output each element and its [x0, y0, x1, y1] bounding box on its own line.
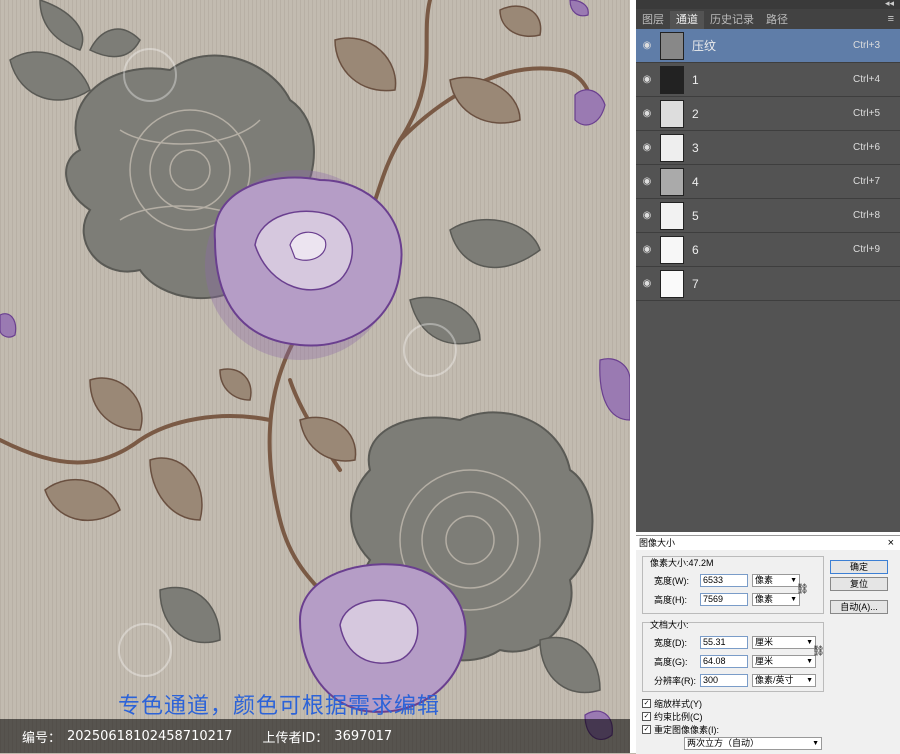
channel-row[interactable]: ◉ 压纹 Ctrl+3	[636, 29, 900, 63]
pixel-dimensions-label: 像素大小:47.2M	[650, 558, 714, 568]
channel-thumbnail	[660, 269, 684, 298]
collapse-icon[interactable]: ◂◂	[885, 0, 894, 9]
resample-method-select[interactable]: 两次立方（自动） ▼	[684, 737, 822, 750]
channel-thumbnail	[660, 167, 684, 196]
channel-shortcut: Ctrl+7	[853, 176, 880, 187]
height-input[interactable]: 7569	[700, 593, 748, 606]
eye-icon[interactable]: ◉	[636, 244, 658, 255]
eye-icon[interactable]: ◉	[636, 278, 658, 289]
channel-row[interactable]: ◉ 3 Ctrl+6	[636, 131, 900, 165]
channel-shortcut: Ctrl+3	[853, 40, 880, 51]
tab-history[interactable]: 历史记录	[704, 11, 760, 29]
tab-channels[interactable]: 通道	[670, 11, 704, 29]
channel-name: 6	[692, 242, 699, 257]
channel-list: ◉ 压纹 Ctrl+3 ◉ 1 Ctrl+4 ◉ 2 Ctrl+5 ◉ 3 Ct…	[636, 29, 900, 301]
eye-icon[interactable]: ◉	[636, 108, 658, 119]
doc-height-unit-select[interactable]: 厘米 ▼	[752, 655, 816, 668]
channels-panel: ◂◂ 图层 通道 历史记录 路径 ≡ ◉ 压纹 Ctrl+3 ◉ 1 Ctrl+…	[636, 0, 900, 532]
tab-layers[interactable]: 图层	[636, 11, 670, 29]
eye-icon[interactable]: ◉	[636, 40, 658, 51]
channel-thumbnail	[660, 65, 684, 94]
reset-button[interactable]: 复位	[830, 577, 888, 591]
side-panel: ◂◂ 图层 通道 历史记录 路径 ≡ ◉ 压纹 Ctrl+3 ◉ 1 Ctrl+…	[630, 0, 900, 754]
channel-name: 1	[692, 72, 699, 87]
channel-thumbnail	[660, 31, 684, 60]
eye-icon[interactable]: ◉	[636, 210, 658, 221]
channel-row[interactable]: ◉ 6 Ctrl+9	[636, 233, 900, 267]
eye-icon[interactable]: ◉	[636, 142, 658, 153]
resolution-unit-select[interactable]: 像素/英寸 ▼	[752, 674, 816, 687]
channel-thumbnail	[660, 133, 684, 162]
width-input[interactable]: 6533	[700, 574, 748, 587]
constrain-proportions-checkbox[interactable]: ✓ 约束比例(C)	[642, 710, 703, 723]
channel-name: 4	[692, 174, 699, 189]
eye-icon[interactable]: ◉	[636, 74, 658, 85]
channel-name: 7	[692, 276, 699, 291]
channel-shortcut: Ctrl+4	[853, 74, 880, 85]
link-icon: ⛓	[812, 646, 825, 657]
id-label: 编号：	[22, 730, 62, 746]
channel-thumbnail	[660, 235, 684, 264]
tab-paths[interactable]: 路径	[760, 11, 794, 29]
doc-width-input[interactable]: 55.31	[700, 636, 748, 649]
channel-name: 3	[692, 140, 699, 155]
channel-thumbnail	[660, 201, 684, 230]
eye-icon[interactable]: ◉	[636, 176, 658, 187]
channel-name: 2	[692, 106, 699, 121]
height-unit-select[interactable]: 像素 ▼	[752, 593, 800, 606]
channel-name: 5	[692, 208, 699, 223]
channel-shortcut: Ctrl+9	[853, 244, 880, 255]
link-icon: ⛓	[796, 584, 809, 595]
image-info-footer: 编号： 20250618102458710217 上传者ID： 3697017	[0, 719, 630, 753]
width-unit-select[interactable]: 像素 ▼	[752, 574, 800, 587]
panel-tabs: 图层 通道 历史记录 路径 ≡	[636, 9, 900, 29]
channel-row[interactable]: ◉ 5 Ctrl+8	[636, 199, 900, 233]
id-value: 20250618102458710217	[67, 728, 233, 744]
channel-row[interactable]: ◉ 4 Ctrl+7	[636, 165, 900, 199]
channel-row[interactable]: ◉ 2 Ctrl+5	[636, 97, 900, 131]
ok-button[interactable]: 确定	[830, 560, 888, 574]
channel-name: 压纹	[692, 39, 717, 53]
document-size-label: 文档大小:	[650, 620, 689, 630]
uploader-value: 3697017	[334, 728, 393, 744]
channel-shortcut: Ctrl+5	[853, 108, 880, 119]
artwork-canvas: 专色通道，颜色可根据需求编辑 编号： 20250618102458710217 …	[0, 0, 630, 753]
resample-checkbox[interactable]: ✓ 重定图像像素(I):	[642, 723, 719, 736]
dialog-title: 图像大小	[639, 538, 676, 548]
auto-button[interactable]: 自动(A)...	[830, 600, 888, 614]
spot-channel-caption: 专色通道，颜色可根据需求编辑	[118, 694, 441, 719]
height-label: 高度(H):	[654, 595, 687, 605]
doc-width-label: 宽度(D):	[654, 638, 687, 648]
panel-menu-icon[interactable]: ≡	[888, 13, 894, 25]
resolution-input[interactable]: 300	[700, 674, 748, 687]
doc-height-input[interactable]: 64.08	[700, 655, 748, 668]
channel-thumbnail	[660, 99, 684, 128]
doc-width-unit-select[interactable]: 厘米 ▼	[752, 636, 816, 649]
channel-shortcut: Ctrl+6	[853, 142, 880, 153]
floral-pattern	[0, 0, 630, 753]
channel-row[interactable]: ◉ 7	[636, 267, 900, 301]
channel-row[interactable]: ◉ 1 Ctrl+4	[636, 63, 900, 97]
doc-height-label: 高度(G):	[654, 657, 688, 667]
close-icon[interactable]: ×	[888, 536, 894, 550]
resolution-label: 分辨率(R):	[654, 676, 696, 686]
width-label: 宽度(W):	[654, 576, 689, 586]
image-size-dialog: 图像大小 × 像素大小:47.2M 宽度(W): 6533 像素 ▼ 高度(H):…	[636, 535, 900, 754]
scale-styles-checkbox[interactable]: ✓ 缩放样式(Y)	[642, 697, 702, 710]
channel-shortcut: Ctrl+8	[853, 210, 880, 221]
uploader-label: 上传者ID：	[262, 730, 329, 746]
